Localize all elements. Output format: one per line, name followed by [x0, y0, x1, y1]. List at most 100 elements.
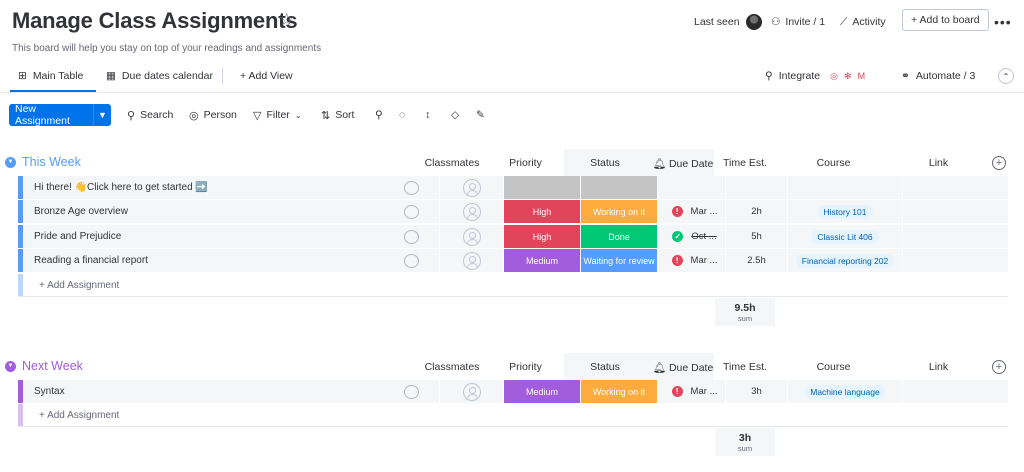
col-priority[interactable]: Priority [487, 361, 564, 373]
activity-icon: ⟋ [840, 15, 848, 28]
add-column-icon[interactable]: + [992, 360, 1006, 374]
item-name[interactable]: Pride and Prejudice [23, 225, 383, 248]
item-name[interactable]: Hi there! 👋Click here to get started ➡️ [23, 176, 383, 199]
person-filter-button[interactable]: ◎ Person [189, 108, 237, 122]
hide-icon[interactable]: ◌ [399, 108, 405, 122]
time-est-cell[interactable]: 2.5h [725, 249, 787, 272]
status-cell[interactable]: Waiting for review [580, 249, 657, 272]
col-status[interactable]: Status [564, 361, 646, 373]
status-cell[interactable]: Working on it [580, 200, 657, 223]
link-cell[interactable] [902, 380, 997, 403]
col-classmates[interactable]: Classmates [423, 157, 481, 169]
row-height-icon[interactable]: ↕ [425, 108, 430, 122]
group-title-next-week[interactable]: ▼ Next Week [5, 359, 83, 373]
add-to-board-button[interactable]: + Add to board [902, 9, 989, 31]
col-due-date[interactable]: 🔔︎ Due Date [652, 157, 714, 170]
last-seen[interactable]: Last seen [694, 12, 762, 32]
due-date-cell[interactable]: ✓ Oct ... [657, 225, 725, 248]
table-row[interactable]: Hi there! 👋Click here to get started ➡️ [18, 176, 1008, 199]
add-item-row[interactable]: + Add Assignment [18, 404, 1008, 427]
col-course[interactable]: Course [776, 361, 891, 373]
priority-cell[interactable]: High [503, 200, 580, 223]
filter-button[interactable]: ▽ Filter ⌄ [253, 108, 302, 122]
pin-icon[interactable]: ⚲ [375, 108, 383, 122]
collapse-header-icon[interactable]: ⌃ [998, 68, 1014, 84]
link-cell[interactable] [902, 200, 997, 223]
new-assignment-button[interactable]: New Assignment ▼ [9, 103, 111, 127]
tab-due-dates-calendar[interactable]: ▦ Due dates calendar [106, 68, 213, 84]
item-name[interactable]: Reading a financial report [23, 249, 383, 272]
person-icon [462, 251, 481, 270]
time-est-cell[interactable]: 2h [725, 200, 787, 223]
person-icon [462, 382, 481, 401]
search-button[interactable]: ⚲ Search [127, 108, 173, 122]
more-icon[interactable]: ••• [994, 12, 1012, 32]
course-cell[interactable]: Machine language [787, 380, 902, 403]
course-cell[interactable]: History 101 [787, 200, 902, 223]
time-est-cell[interactable] [725, 176, 787, 199]
due-date-cell[interactable]: ! Mar ... [657, 249, 725, 272]
item-name[interactable]: Syntax [23, 380, 383, 403]
collapse-group-icon[interactable]: ▼ [5, 360, 16, 372]
add-view-button[interactable]: + Add View [240, 68, 293, 84]
col-time-est[interactable]: Time Est. [714, 157, 776, 169]
link-cell[interactable] [902, 225, 997, 248]
due-date-cell[interactable] [657, 176, 725, 199]
col-link[interactable]: Link [891, 157, 986, 169]
item-name[interactable]: Bronze Age overview [23, 200, 383, 223]
course-tag: Classic Lit 406 [811, 229, 879, 244]
updates-button[interactable] [383, 200, 439, 223]
invite-button[interactable]: ⚇ Invite / 1 [771, 12, 825, 32]
table-row[interactable]: Bronze Age overview High Working on it !… [18, 200, 1008, 223]
add-column-icon[interactable]: + [992, 156, 1006, 170]
status-cell[interactable] [580, 176, 657, 199]
edit-icon[interactable]: ✎ [476, 108, 485, 122]
course-cell[interactable]: Classic Lit 406 [787, 225, 902, 248]
classmates-cell[interactable] [439, 176, 503, 199]
classmates-cell[interactable] [439, 380, 503, 403]
col-status[interactable]: Status [564, 157, 646, 169]
col-course[interactable]: Course [776, 157, 891, 169]
classmates-cell[interactable] [439, 249, 503, 272]
table-row[interactable]: Reading a financial report Medium Waitin… [18, 249, 1008, 272]
priority-cell[interactable]: Medium [503, 249, 580, 272]
table-row[interactable]: Syntax Medium Working on it ! Mar ... 3h… [18, 380, 1008, 403]
priority-cell[interactable] [503, 176, 580, 199]
star-icon[interactable]: ☆ [279, 10, 294, 30]
group-title-this-week[interactable]: ▼ This Week [5, 155, 81, 169]
collapse-group-icon[interactable]: ▼ [5, 156, 16, 168]
col-priority[interactable]: Priority [487, 157, 564, 169]
sort-button[interactable]: ⇅ Sort [321, 108, 354, 122]
col-time-est[interactable]: Time Est. [714, 361, 776, 373]
course-cell[interactable] [787, 176, 902, 199]
updates-button[interactable] [383, 176, 439, 199]
classmates-cell[interactable] [439, 200, 503, 223]
time-est-cell[interactable]: 5h [725, 225, 787, 248]
due-date-cell[interactable]: ! Mar ... [657, 380, 725, 403]
time-est-cell[interactable]: 3h [725, 380, 787, 403]
status-cell[interactable]: Done [580, 225, 657, 248]
due-date-cell[interactable]: ! Mar ... [657, 200, 725, 223]
activity-button[interactable]: ⟋ Activity [840, 12, 886, 32]
add-item-row[interactable]: + Add Assignment [18, 274, 1008, 297]
color-icon[interactable]: ◇ [451, 108, 459, 122]
link-cell[interactable] [902, 249, 997, 272]
chevron-down-icon[interactable]: ▼ [93, 104, 111, 126]
integrate-button[interactable]: ⚲ Integrate ◎ ✻ M [765, 68, 865, 84]
classmates-cell[interactable] [439, 225, 503, 248]
col-link[interactable]: Link [891, 361, 986, 373]
col-due-date[interactable]: 🔔︎ Due Date [652, 361, 714, 374]
col-classmates[interactable]: Classmates [423, 361, 481, 373]
automate-button[interactable]: ⚭ Automate / 3 [901, 68, 975, 84]
updates-button[interactable] [383, 380, 439, 403]
person-icon: ◎ [189, 109, 199, 122]
link-cell[interactable] [902, 176, 997, 199]
updates-button[interactable] [383, 249, 439, 272]
course-cell[interactable]: Financial reporting 202 [787, 249, 902, 272]
table-row[interactable]: Pride and Prejudice High Done ✓ Oct ... … [18, 225, 1008, 248]
updates-button[interactable] [383, 225, 439, 248]
priority-cell[interactable]: High [503, 225, 580, 248]
tab-main-table[interactable]: ⊞ Main Table [18, 68, 83, 84]
status-cell[interactable]: Working on it [580, 380, 657, 403]
priority-cell[interactable]: Medium [503, 380, 580, 403]
